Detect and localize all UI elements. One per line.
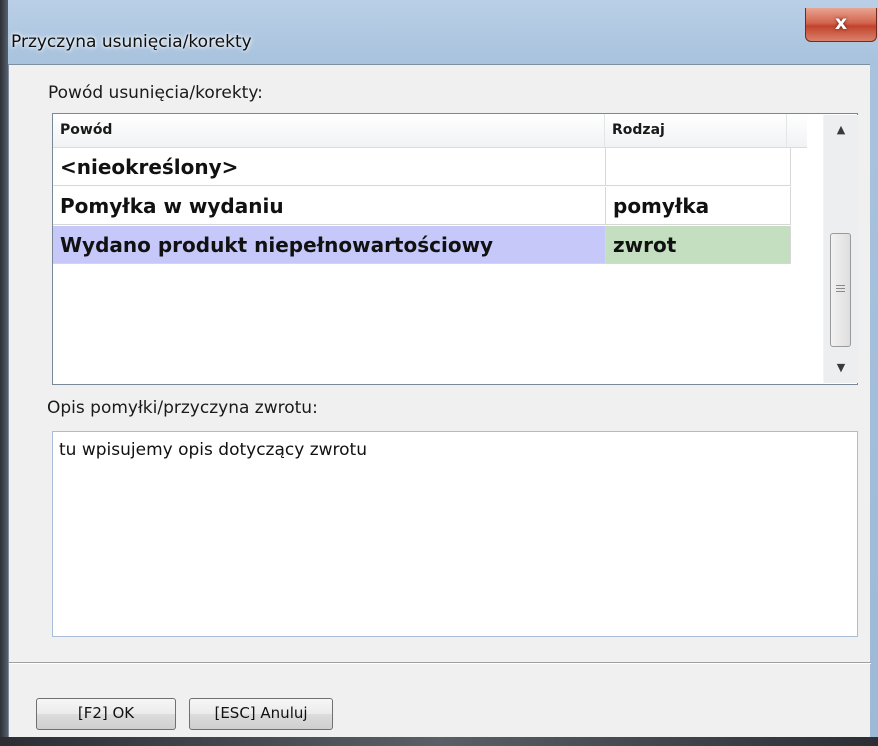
scroll-up-icon[interactable]: ▲ — [824, 115, 858, 145]
grid-row[interactable]: Pomyłka w wydaniu pomyłka — [53, 187, 791, 226]
dialog-client-area: Powód usunięcia/korekty: Powód Rodzaj <n… — [8, 64, 871, 746]
vertical-scrollbar[interactable]: ▲ ▼ — [823, 115, 858, 383]
column-header-reason[interactable]: Powód — [53, 114, 605, 147]
description-textarea[interactable]: tu wpisujemy opis dotyczący zwrotu — [52, 431, 858, 637]
grid-header: Powód Rodzaj — [53, 114, 807, 148]
close-button[interactable]: x — [805, 8, 877, 42]
reason-cell[interactable]: Wydano produkt niepełnowartościowy — [53, 226, 606, 264]
grip-line — [836, 288, 845, 289]
close-icon: x — [834, 12, 848, 34]
type-cell[interactable]: zwrot — [606, 226, 791, 264]
ok-button[interactable]: [F2] OK — [36, 698, 176, 730]
scroll-thumb[interactable] — [830, 233, 851, 347]
type-cell[interactable] — [606, 148, 791, 186]
description-label: Opis pomyłki/przyczyna zwrotu: — [47, 398, 318, 418]
grid-row-selected[interactable]: Wydano produkt niepełnowartościowy zwrot — [53, 226, 791, 265]
window-left-edge — [0, 0, 8, 746]
reason-grid[interactable]: Powód Rodzaj <nieokreślony> Pomyłka w wy… — [52, 113, 858, 385]
grid-row[interactable]: <nieokreślony> — [53, 148, 791, 187]
divider — [9, 662, 871, 664]
grip-line — [836, 285, 845, 286]
reason-cell[interactable]: <nieokreślony> — [53, 148, 606, 186]
column-header-type[interactable]: Rodzaj — [605, 114, 787, 147]
title-bar[interactable]: Przyczyna usunięcia/korekty x — [8, 8, 877, 64]
dialog-window: Przyczyna usunięcia/korekty x Powód usun… — [0, 0, 878, 746]
scroll-down-icon[interactable]: ▼ — [824, 353, 858, 383]
reason-cell[interactable]: Pomyłka w wydaniu — [53, 187, 606, 225]
grip-line — [836, 291, 845, 292]
reason-label: Powód usunięcia/korekty: — [48, 83, 263, 103]
window-title: Przyczyna usunięcia/korekty — [11, 32, 252, 52]
cancel-button[interactable]: [ESC] Anuluj — [189, 698, 333, 730]
type-cell[interactable]: pomyłka — [606, 187, 791, 225]
window-bottom-edge — [0, 737, 878, 746]
